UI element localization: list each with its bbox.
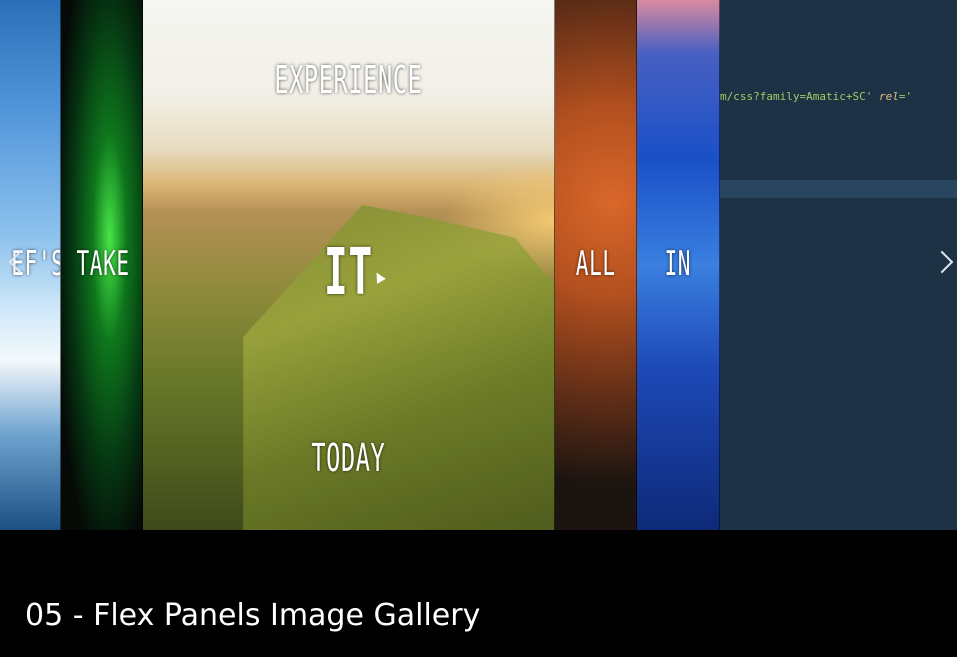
panel-1[interactable]: EF'S	[0, 0, 61, 530]
video-title: 05 - Flex Panels Image Gallery	[25, 598, 481, 633]
panel-3-bottom-word: TODAY	[311, 436, 386, 480]
code-link-href: m/css?family=Amatic+SC'	[720, 90, 873, 103]
editor-line-highlight	[720, 180, 957, 198]
panel-4-middle-word: ALL	[575, 244, 616, 284]
code-editor-background: m/css?family=Amatic+SC' rel='	[720, 0, 957, 530]
code-line: m/css?family=Amatic+SC' rel='	[720, 90, 912, 103]
panel-5[interactable]: IN	[637, 0, 720, 530]
code-rel-attr: rel	[878, 90, 899, 103]
panel-4[interactable]: ALL	[554, 0, 638, 530]
flex-panels-gallery: EF'S TAKE EXPERIENCE IT TODAY ALL IN	[0, 0, 720, 530]
code-rel-suffix: ='	[898, 90, 913, 103]
panel-2-middle-word: TAKE	[76, 244, 130, 284]
panel-3-top-word: EXPERIENCE	[274, 58, 423, 102]
panel-3-open[interactable]: EXPERIENCE IT TODAY	[143, 0, 555, 530]
caption-bar	[0, 530, 957, 657]
panel-3-middle-word: IT	[324, 236, 374, 310]
panel-5-middle-word: IN	[664, 244, 692, 284]
panel-2[interactable]: TAKE	[60, 0, 144, 530]
